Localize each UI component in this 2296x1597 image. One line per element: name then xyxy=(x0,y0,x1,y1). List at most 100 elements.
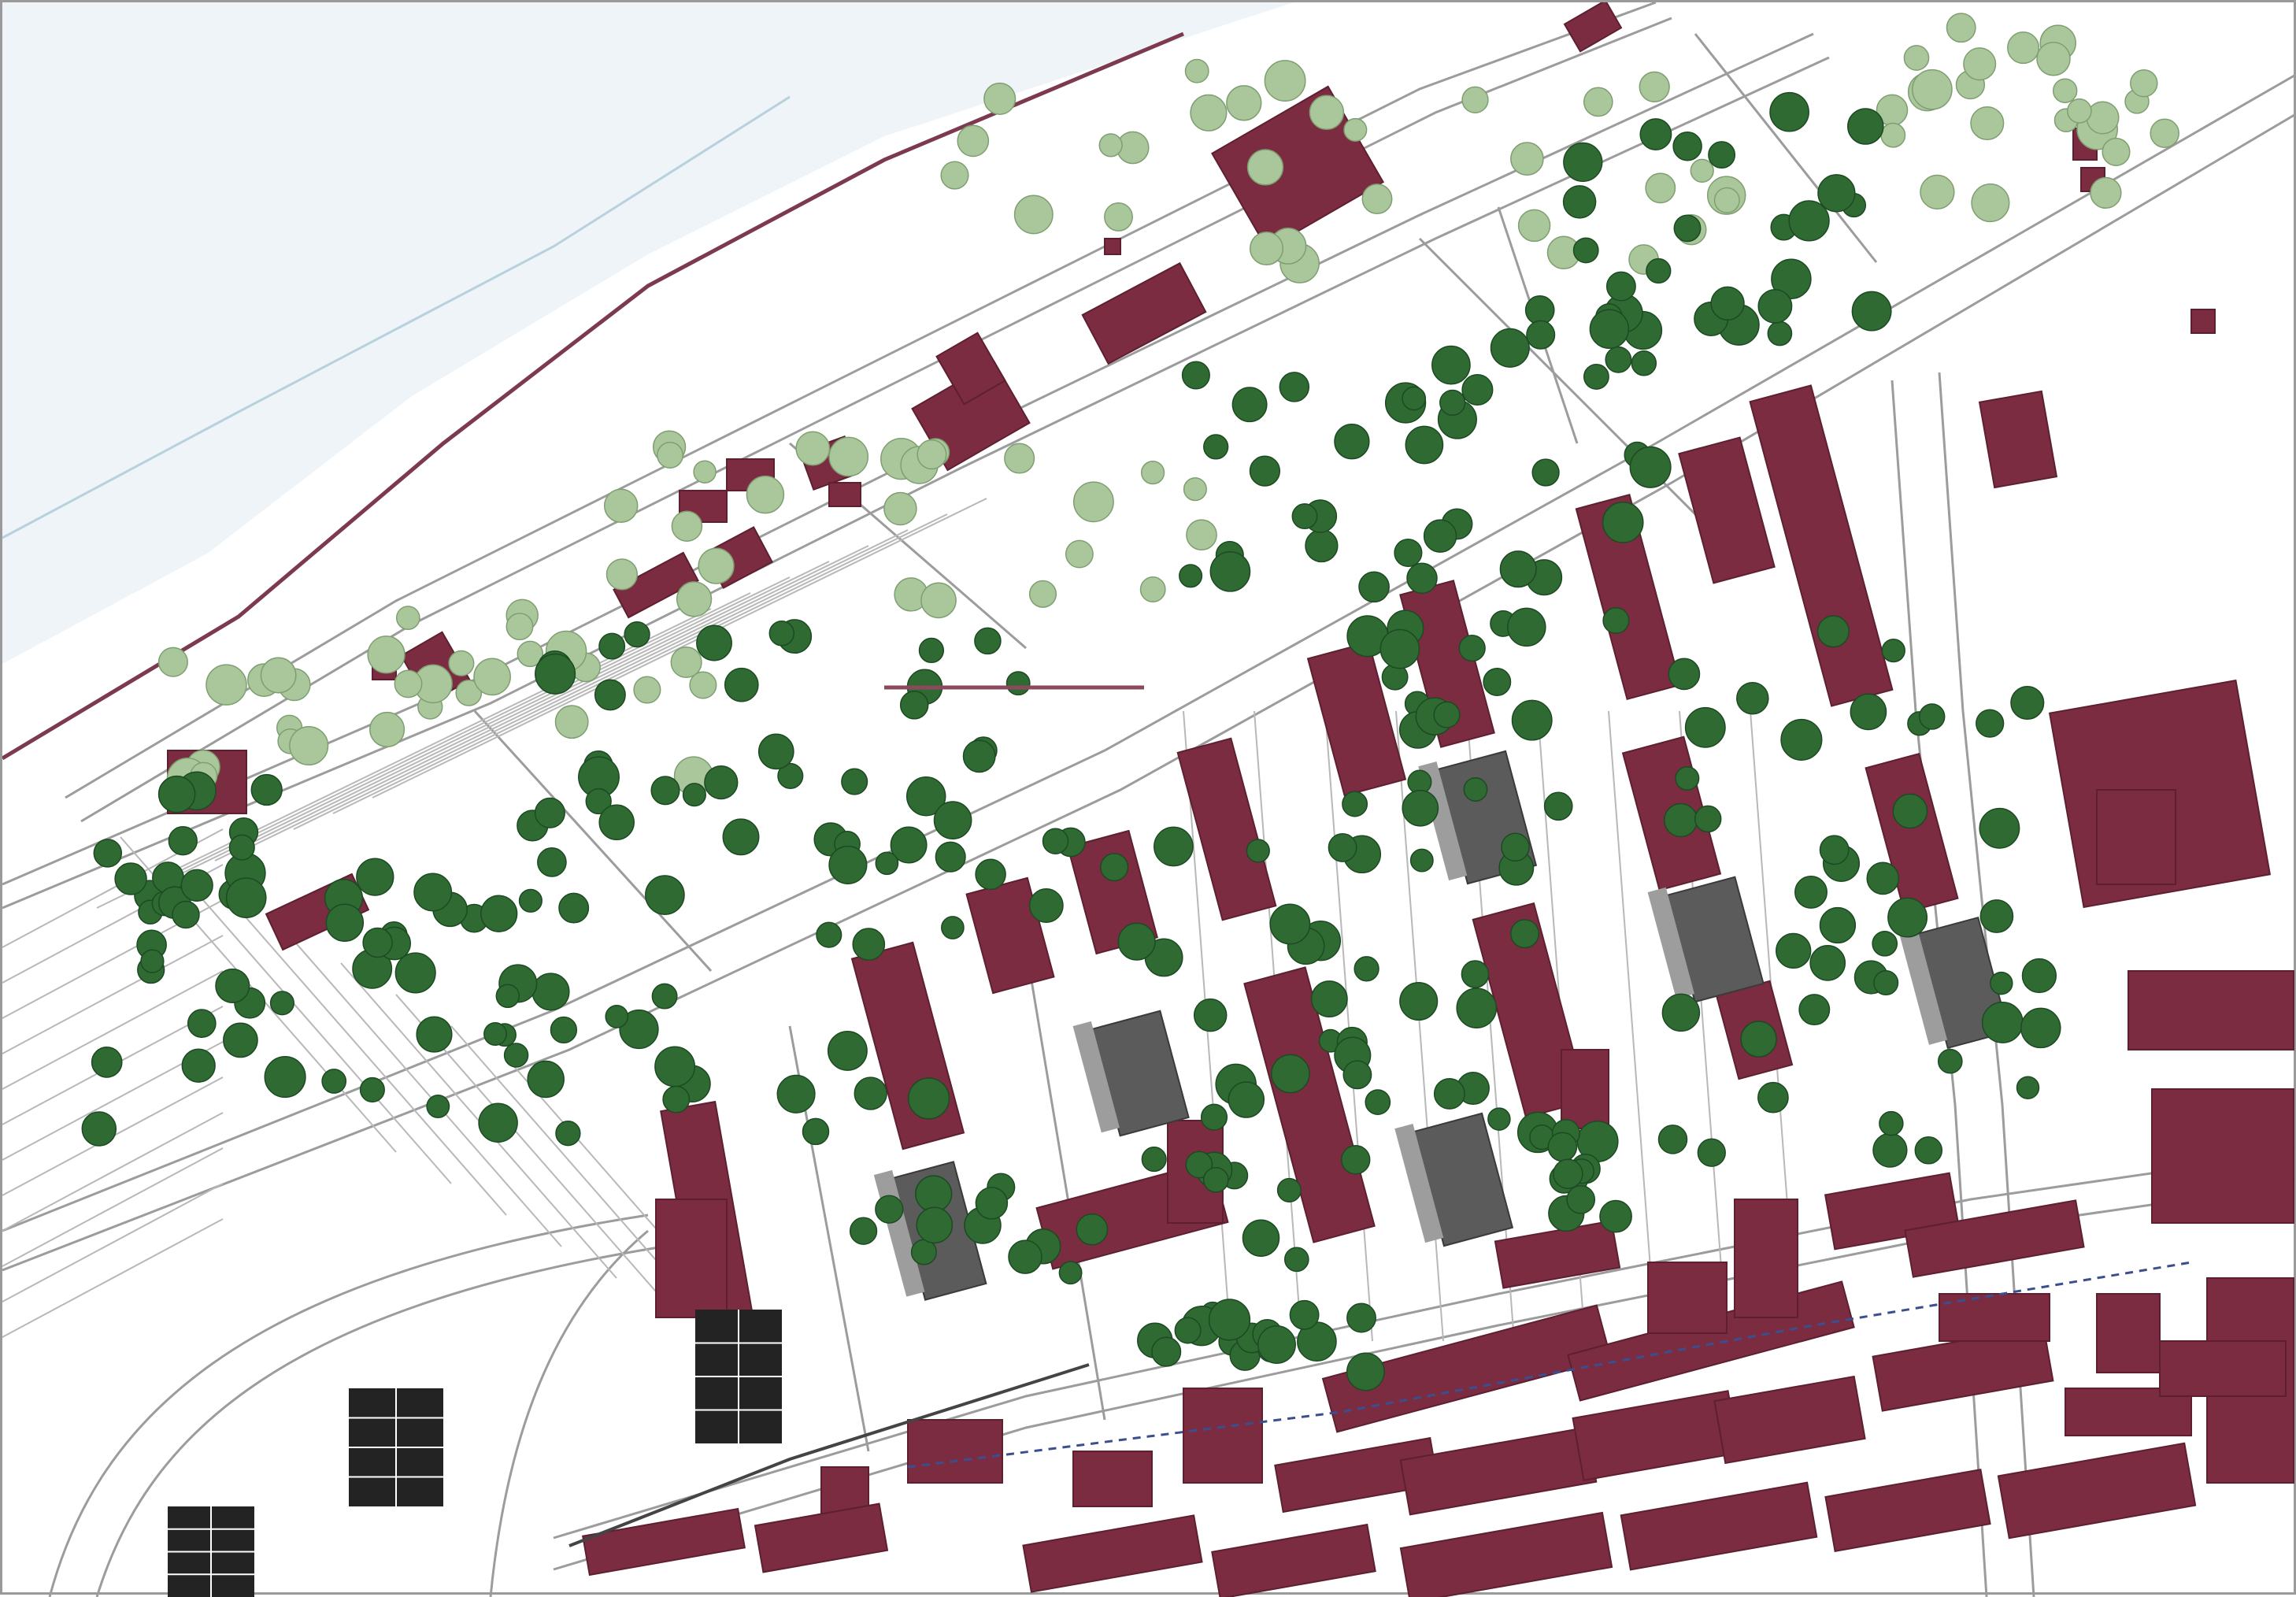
tree-icon xyxy=(2021,958,2057,994)
tree-icon xyxy=(916,1206,954,1244)
tree-icon xyxy=(1379,628,1420,669)
tree-icon xyxy=(1028,580,1057,608)
tree-icon xyxy=(1193,998,1228,1032)
tree-icon xyxy=(1694,805,1722,833)
tree-icon xyxy=(1394,538,1423,568)
tree-icon xyxy=(603,488,639,523)
tree-icon xyxy=(1881,638,1905,663)
tree-icon xyxy=(962,739,996,773)
tree-icon xyxy=(1583,363,1609,390)
tree-icon xyxy=(1042,828,1069,854)
tree-icon xyxy=(768,621,795,647)
tree-icon xyxy=(633,676,661,704)
tree-icon xyxy=(1271,1054,1310,1094)
tree-icon xyxy=(704,765,739,800)
tree-icon xyxy=(1697,1138,1726,1167)
tree-icon xyxy=(1461,373,1494,406)
tree-icon xyxy=(157,775,196,813)
building-footprint xyxy=(1072,1451,1153,1507)
tree-icon xyxy=(654,1046,696,1088)
tree-icon xyxy=(1202,1166,1229,1193)
tree-icon xyxy=(1511,699,1553,741)
tree-icon xyxy=(657,442,683,469)
tree-icon xyxy=(776,1074,816,1113)
tree-icon xyxy=(1675,765,1700,791)
tree-icon xyxy=(1499,550,1537,588)
tree-icon xyxy=(413,873,453,912)
tree-icon xyxy=(598,804,635,841)
tree-icon xyxy=(1439,389,1466,417)
river-area xyxy=(2,2,1294,761)
tree-icon xyxy=(1912,69,1953,110)
building-footprint xyxy=(1647,1262,1728,1334)
tree-icon xyxy=(1780,718,1823,761)
tree-icon xyxy=(2020,1007,2061,1049)
tree-icon xyxy=(1509,919,1540,949)
tree-icon xyxy=(676,581,713,617)
tree-icon xyxy=(1005,671,1031,696)
tree-icon xyxy=(670,646,702,679)
building-footprint xyxy=(1572,1390,1740,1481)
tree-icon xyxy=(1231,387,1268,423)
tree-icon xyxy=(2036,41,2071,76)
tree-icon xyxy=(550,1016,578,1044)
tree-icon xyxy=(1184,58,1209,83)
tree-icon xyxy=(1483,668,1512,696)
tree-icon xyxy=(624,621,650,648)
tree-icon xyxy=(1914,1136,1943,1165)
tree-icon xyxy=(1639,118,1672,151)
tree-icon xyxy=(917,439,947,470)
tree-icon xyxy=(537,847,567,877)
tree-icon xyxy=(1524,295,1555,325)
tree-icon xyxy=(605,558,639,591)
tree-icon xyxy=(1065,539,1094,569)
tree-icon xyxy=(140,949,165,973)
tree-icon xyxy=(2016,1076,2040,1099)
tree-icon xyxy=(1788,200,1830,242)
tree-icon xyxy=(918,637,945,664)
building-footprint xyxy=(1494,1220,1621,1289)
tree-icon xyxy=(1879,1110,1904,1136)
tree-icon xyxy=(2010,685,2045,721)
tree-icon xyxy=(1736,681,1769,715)
tree-icon xyxy=(289,725,329,766)
tree-icon xyxy=(503,1043,529,1068)
tree-icon xyxy=(478,1102,518,1143)
building-footprint xyxy=(1824,1469,1991,1552)
tree-icon xyxy=(1174,1317,1202,1344)
tree-icon xyxy=(671,510,703,542)
tree-icon xyxy=(1526,320,1556,350)
tree-icon xyxy=(416,1016,453,1053)
tree-icon xyxy=(1406,562,1438,595)
tree-icon xyxy=(975,1187,1009,1220)
building-footprint xyxy=(2151,1088,2294,1224)
tree-icon xyxy=(724,667,759,702)
tree-icon xyxy=(394,669,423,698)
tree-icon xyxy=(598,632,626,660)
tree-icon xyxy=(1203,434,1229,460)
tree-icon xyxy=(1757,1081,1789,1113)
tree-icon xyxy=(1343,117,1368,142)
tree-icon xyxy=(1181,361,1210,390)
site-plan-map[interactable] xyxy=(2,2,2296,1597)
tree-icon xyxy=(1937,1048,1963,1074)
tree-icon xyxy=(1257,1325,1296,1364)
tree-icon xyxy=(899,691,929,720)
tree-icon xyxy=(920,582,957,619)
tree-icon xyxy=(722,818,760,856)
tree-icon xyxy=(1767,321,1793,346)
tree-icon xyxy=(1409,848,1434,873)
tree-icon xyxy=(1354,956,1379,982)
tree-icon xyxy=(935,841,966,873)
tree-icon xyxy=(1072,481,1114,523)
parcel-line xyxy=(2,1147,224,1267)
tree-icon xyxy=(448,650,475,676)
building-footprint xyxy=(907,1419,1003,1484)
building-footprint xyxy=(1104,238,1121,255)
tree-icon xyxy=(828,845,868,884)
tree-icon xyxy=(594,679,626,711)
tree-icon xyxy=(915,1175,953,1213)
tree-icon xyxy=(883,491,917,526)
tree-icon xyxy=(1981,1001,2024,1043)
tree-icon xyxy=(534,797,565,828)
